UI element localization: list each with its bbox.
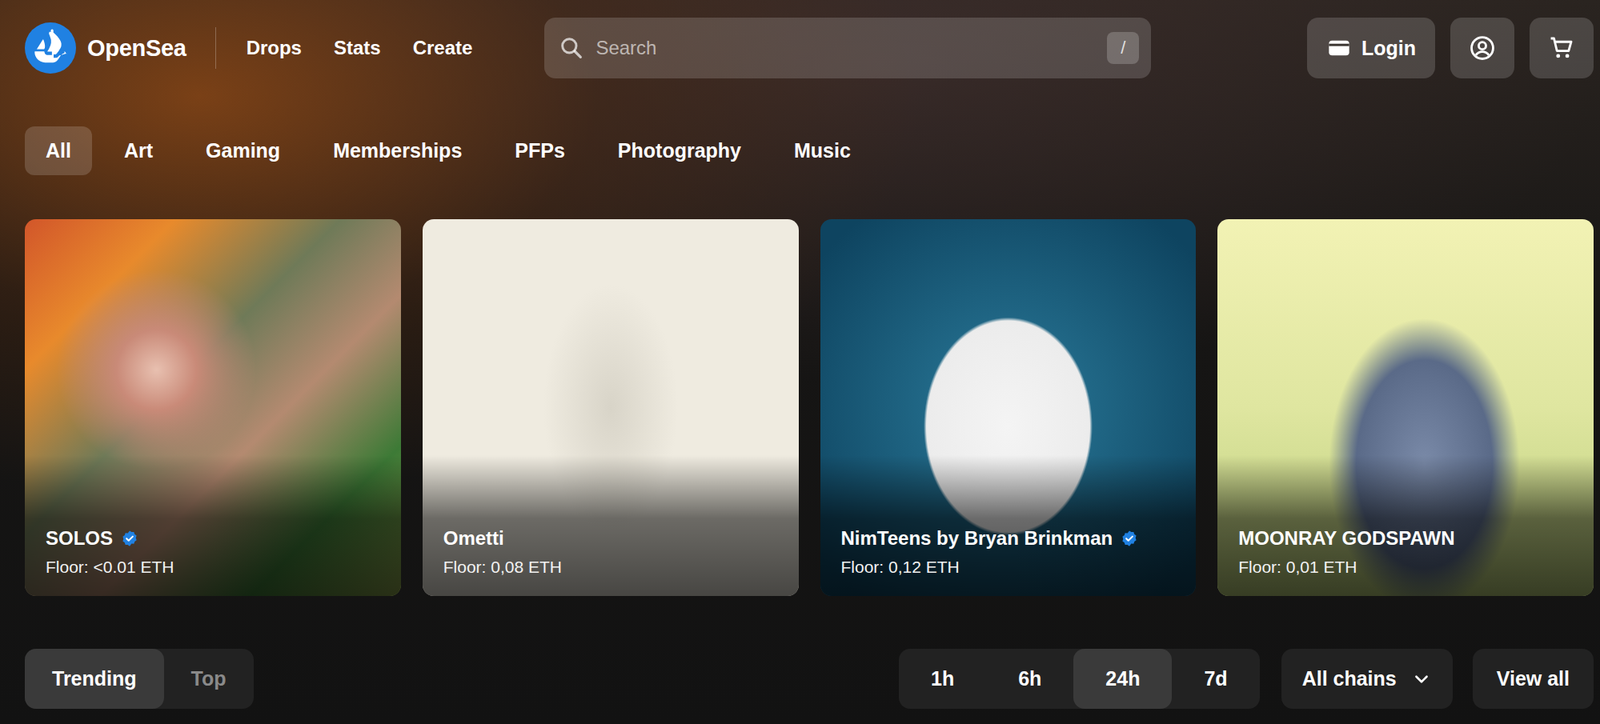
time-range-option[interactable]: 6h (986, 649, 1074, 710)
brand-name[interactable]: OpenSea (87, 35, 187, 62)
nav-link[interactable]: Create (413, 36, 474, 60)
card-info: Ometti Floor: 0,08 ETH (422, 455, 799, 597)
login-button[interactable]: Login (1307, 17, 1436, 79)
card-info: SOLOS Floor: <0.01 ETH (24, 455, 402, 597)
collection-name-row: Ometti (443, 527, 778, 550)
cart-icon (1547, 34, 1576, 62)
opensea-boat-icon (24, 22, 77, 74)
collection-card[interactable]: NimTeens by Bryan Brinkman Floor: 0,12 ET… (820, 219, 1197, 597)
floor-price: Floor: <0.01 ETH (45, 557, 381, 578)
collection-card[interactable]: SOLOS Floor: <0.01 ETH (24, 219, 402, 597)
verified-badge-icon (120, 529, 139, 548)
nav-link[interactable]: Stats (333, 36, 381, 60)
category-tab[interactable]: Music (773, 126, 872, 176)
cart-button[interactable] (1529, 17, 1594, 79)
time-range-selector: 1h6h24h7d (898, 649, 1260, 710)
card-info: MOONRAY GODSPAWN Floor: 0,01 ETH (1217, 455, 1594, 597)
header-actions: Login (1307, 17, 1594, 79)
card-info: NimTeens by Bryan Brinkman Floor: 0,12 ET… (820, 455, 1197, 597)
floor-price: Floor: 0,08 ETH (443, 557, 778, 578)
opensea-logo[interactable]: OpenSea (24, 22, 187, 74)
collection-name-row: MOONRAY GODSPAWN (1238, 527, 1573, 550)
collection-name-row: SOLOS (45, 527, 381, 550)
search-input[interactable] (595, 36, 1096, 60)
view-all-button[interactable]: View all (1472, 649, 1594, 710)
collection-card[interactable]: MOONRAY GODSPAWN Floor: 0,01 ETH (1217, 219, 1594, 597)
nav-link[interactable]: Drops (246, 36, 302, 60)
category-tab[interactable]: Art (103, 126, 174, 176)
list-controls: TrendingTop 1h6h24h7d All chains View all (24, 649, 1594, 710)
header-divider (215, 27, 217, 69)
view-toggle: TrendingTop (24, 649, 254, 710)
verified-badge-icon (1120, 529, 1139, 548)
search-bar[interactable]: / (544, 17, 1151, 79)
main-nav: Drops Stats Create (246, 36, 474, 60)
chain-dropdown[interactable]: All chains (1281, 649, 1453, 710)
time-range-option[interactable]: 7d (1171, 649, 1260, 710)
collection-name[interactable]: SOLOS (45, 527, 113, 550)
view-toggle-option[interactable]: Top (164, 649, 254, 710)
category-tab[interactable]: Photography (597, 126, 762, 176)
category-tab[interactable]: Gaming (184, 126, 301, 176)
collection-name-row: NimTeens by Bryan Brinkman (841, 527, 1176, 550)
shortcut-key: / (1106, 32, 1139, 65)
top-bar: OpenSea Drops Stats Create / Login (24, 17, 1594, 79)
category-tabs: AllArtGamingMembershipsPFPsPhotographyMu… (24, 126, 1594, 176)
wallet-icon (1326, 35, 1352, 61)
collection-name[interactable]: NimTeens by Bryan Brinkman (841, 527, 1114, 550)
user-icon (1468, 34, 1496, 62)
login-label[interactable]: Login (1361, 36, 1416, 61)
search-icon (558, 35, 585, 61)
time-range-option[interactable]: 24h (1073, 649, 1172, 710)
collection-name[interactable]: MOONRAY GODSPAWN (1238, 527, 1455, 550)
time-range-option[interactable]: 1h (898, 649, 987, 710)
profile-button[interactable] (1450, 17, 1515, 79)
floor-price: Floor: 0,01 ETH (1238, 557, 1573, 578)
category-tab[interactable]: All (24, 126, 93, 176)
collection-name[interactable]: Ometti (443, 527, 505, 550)
category-tab[interactable]: PFPs (493, 126, 586, 176)
collection-carousel: SOLOS Floor: <0.01 ETH Ometti Floor: 0,08 E… (24, 219, 1594, 597)
floor-price: Floor: 0,12 ETH (841, 557, 1176, 578)
chevron-down-icon (1411, 669, 1432, 690)
category-tab[interactable]: Memberships (312, 126, 483, 176)
view-toggle-option[interactable]: Trending (24, 649, 165, 710)
collection-card[interactable]: Ometti Floor: 0,08 ETH (422, 219, 799, 597)
chain-label[interactable]: All chains (1302, 667, 1397, 691)
